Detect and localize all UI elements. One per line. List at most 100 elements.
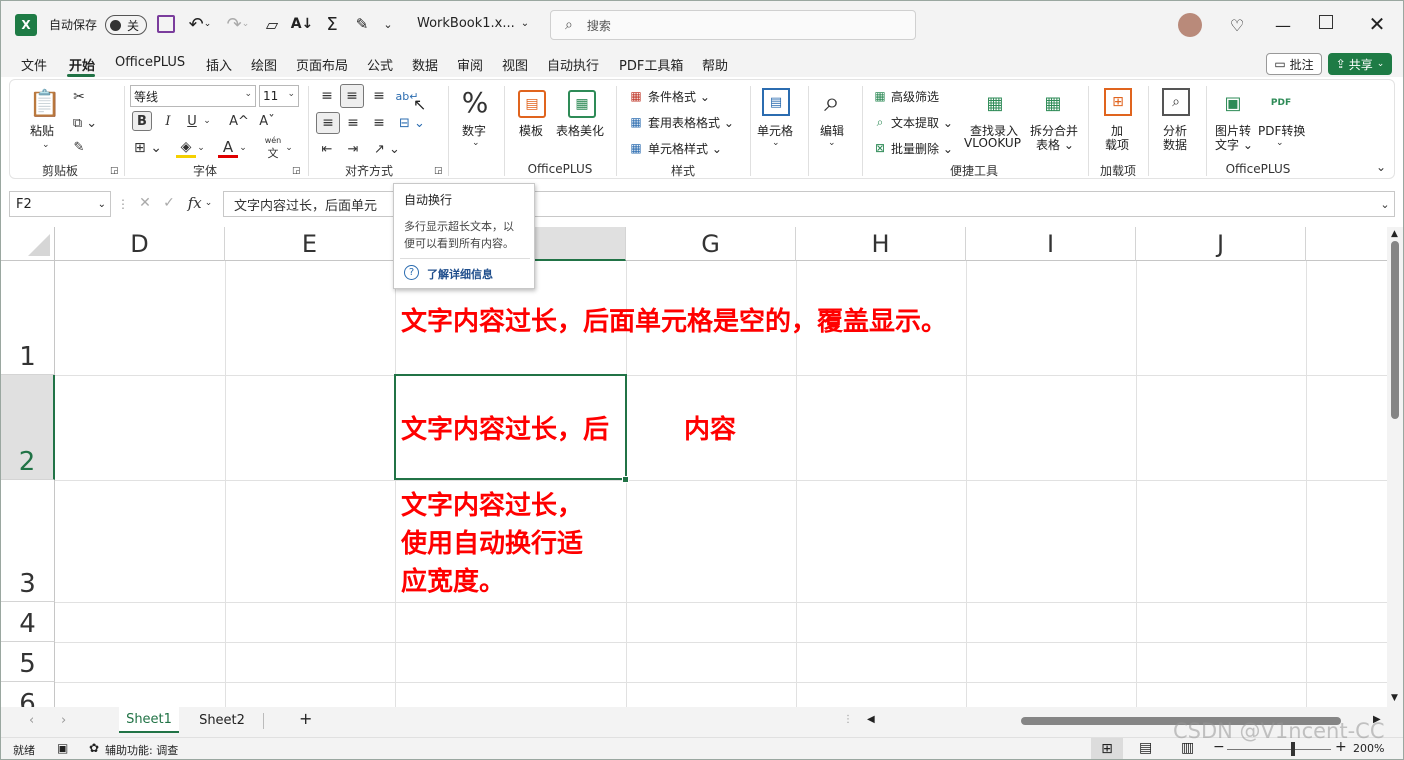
column-header-j[interactable]: J (1136, 227, 1306, 261)
column-header-i[interactable]: I (966, 227, 1136, 261)
close-icon[interactable]: ✕ (1365, 11, 1389, 37)
share-button[interactable]: ⇪ 共享 ⌄ (1328, 53, 1392, 75)
percent-icon[interactable]: % (460, 86, 490, 119)
template-label[interactable]: 模板 (519, 122, 543, 139)
maximize-icon[interactable] (1319, 15, 1333, 29)
dialog-launcher-icon[interactable]: ◲ (292, 166, 301, 176)
fill-color-icon[interactable]: ◈ (176, 138, 196, 158)
analyze-label-2[interactable]: 数据 (1163, 136, 1187, 153)
save-icon[interactable] (157, 15, 175, 33)
batch-delete-button[interactable]: 批量删除 ⌄ (891, 140, 953, 157)
row-header-5[interactable]: 5 (1, 642, 55, 682)
align-center-icon[interactable]: ≡ (342, 112, 364, 134)
cell-f3-line-3[interactable]: 应宽度。 (401, 563, 505, 601)
pdf-convert-icon[interactable]: PDF (1268, 90, 1294, 116)
tooltip-learn-more-link[interactable]: 了解详细信息 (427, 266, 493, 282)
column-header-e[interactable]: E (225, 227, 395, 261)
more-icon[interactable]: ⋮ (117, 195, 129, 213)
split-merge-icon[interactable]: ▦ (1040, 90, 1066, 116)
advanced-filter-button[interactable]: 高级筛选 (891, 88, 939, 105)
row-header-6[interactable]: 6 (1, 682, 55, 707)
conditional-format-button[interactable]: 条件格式 ⌄ (648, 88, 710, 105)
menu-data[interactable]: 数据 (412, 55, 438, 74)
text-extract-button[interactable]: 文本提取 ⌄ (891, 114, 953, 131)
sheet-tab-sheet2[interactable]: Sheet2 (189, 707, 255, 733)
row-header-2[interactable]: 2 (1, 375, 55, 480)
chevron-down-icon[interactable]: ⌄ (472, 138, 480, 148)
merge-center-icon[interactable]: ⊟ ⌄ (394, 112, 430, 134)
next-sheet-icon[interactable]: › (61, 713, 66, 728)
dialog-launcher-icon[interactable]: ◲ (110, 166, 119, 176)
advanced-filter-icon[interactable]: ▦ (872, 88, 888, 104)
picture-to-text-icon[interactable]: ▣ (1220, 90, 1246, 116)
avatar[interactable] (1178, 13, 1202, 37)
accessibility-status[interactable]: 辅助功能: 调查 (105, 742, 178, 758)
comments-button[interactable]: ▭ 批注 (1266, 53, 1322, 75)
analyze-data-icon[interactable]: ⌕ (1162, 88, 1190, 116)
scroll-up-icon[interactable]: ▲ (1391, 229, 1398, 239)
menu-formulas[interactable]: 公式 (367, 55, 393, 74)
search-box[interactable]: ⌕ 搜索 (550, 10, 916, 40)
collapse-ribbon-icon[interactable]: ⌄ (1376, 160, 1386, 174)
chevron-down-icon[interactable]: ⌄ (284, 138, 294, 158)
vertical-scrollbar[interactable]: ▲ ▼ (1387, 227, 1403, 707)
minimize-icon[interactable]: — (1271, 13, 1295, 37)
name-box[interactable]: F2 ⌄ (9, 191, 111, 217)
decrease-indent-icon[interactable]: ⇤ (316, 138, 338, 160)
prev-sheet-icon[interactable]: ‹ (29, 713, 34, 728)
chevron-down-icon[interactable]: ⌄ (238, 138, 248, 158)
menu-page-layout[interactable]: 页面布局 (296, 55, 348, 74)
lightbulb-icon[interactable]: ♡ (1227, 13, 1247, 37)
magnifier-icon[interactable]: ⌕ (816, 85, 848, 118)
workbook-name[interactable]: WorkBook1.x... ⌄ (417, 16, 529, 31)
tab-split-handle-icon[interactable]: ⋮ (843, 714, 853, 725)
macro-record-icon[interactable]: ▣ (57, 741, 68, 755)
cells-label[interactable]: 单元格 (757, 122, 793, 139)
undo-icon[interactable]: ↶ ⌄ (185, 13, 215, 35)
chevron-down-icon[interactable]: ⌄ (828, 138, 836, 148)
add-sheet-button[interactable]: + (299, 709, 312, 728)
column-header-d[interactable]: D (55, 227, 225, 261)
redo-icon[interactable]: ↷ ⌄ (223, 13, 253, 35)
zoom-slider-thumb[interactable] (1291, 742, 1295, 756)
menu-view[interactable]: 视图 (502, 55, 528, 74)
dialog-launcher-icon[interactable]: ◲ (434, 166, 443, 176)
spreadsheet-grid[interactable]: D E F G H I J 1 2 3 4 5 6 文字内容过长，后面单元格是空… (1, 227, 1387, 707)
row-header-1[interactable]: 1 (1, 261, 55, 375)
menu-insert[interactable]: 插入 (206, 55, 232, 74)
row-header-4[interactable]: 4 (1, 602, 55, 642)
expand-formula-icon[interactable]: ⌄ (1378, 195, 1392, 213)
chevron-down-icon[interactable]: ⌄ (1276, 138, 1284, 148)
align-top-icon[interactable]: ≡ (316, 86, 338, 106)
chevron-down-icon[interactable]: ⌄ (202, 111, 212, 131)
format-painter-icon[interactable]: ✎ (351, 13, 373, 35)
align-middle-icon[interactable]: ≡ (340, 84, 364, 108)
editing-label[interactable]: 编辑 (820, 122, 844, 139)
vlookup-label[interactable]: VLOOKUP (964, 136, 1021, 150)
cell-f3-line-1[interactable]: 文字内容过长， (401, 487, 583, 525)
column-header-k[interactable] (1306, 227, 1387, 261)
menu-officeplus[interactable]: OfficePLUS (115, 55, 185, 70)
format-as-table-icon[interactable]: ▦ (628, 114, 644, 130)
cell-g2[interactable]: 内容 (684, 411, 736, 449)
normal-view-icon[interactable]: ⊞ (1091, 738, 1123, 759)
scroll-left-icon[interactable]: ◀ (867, 714, 875, 725)
sum-icon[interactable]: Σ (321, 12, 343, 36)
cancel-icon[interactable]: ✕ (135, 193, 155, 213)
autosave-toggle[interactable]: 关 (105, 15, 147, 35)
copy-icon[interactable]: ⧉ ⌄ (70, 114, 100, 132)
align-left-icon[interactable]: ≡ (316, 112, 340, 134)
orientation-icon[interactable]: ↗ ⌄ (372, 138, 402, 160)
addins-label-2[interactable]: 载项 (1105, 136, 1129, 153)
menu-automate[interactable]: 自动执行 (547, 55, 599, 74)
format-painter-icon[interactable]: ✎ (70, 138, 88, 156)
open-folder-icon[interactable]: ▱ (261, 13, 283, 35)
zoom-slider-track[interactable] (1227, 749, 1331, 750)
table-beautify-icon[interactable]: ▦ (568, 90, 596, 118)
table-beautify-label[interactable]: 表格美化 (556, 122, 604, 139)
font-color-button[interactable]: A (218, 138, 238, 158)
shrink-font-button[interactable]: Aˇ (256, 111, 278, 131)
chevron-down-icon[interactable]: ⌄ (42, 140, 50, 150)
grow-font-button[interactable]: A^ (228, 111, 250, 131)
chevron-down-icon[interactable]: ⌄ (772, 138, 780, 148)
